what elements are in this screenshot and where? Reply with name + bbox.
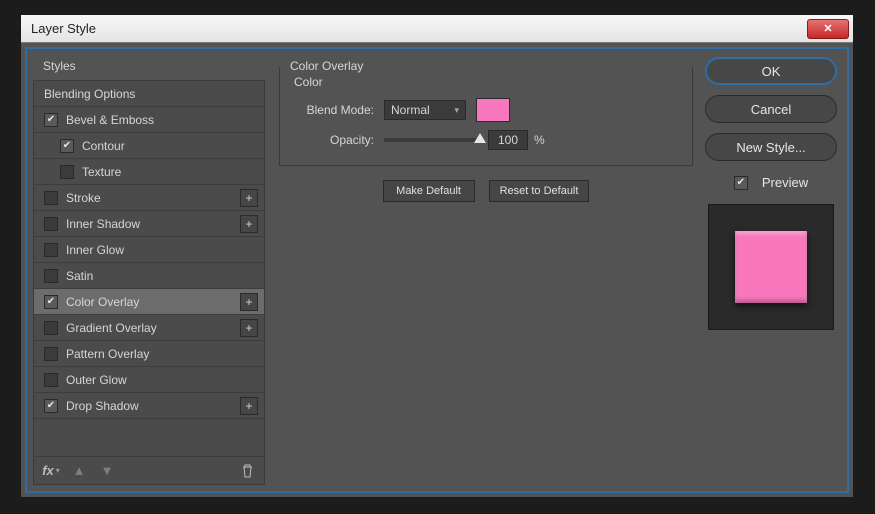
- effects-list: Blending Options Bevel & Emboss Contour Te…: [33, 81, 265, 485]
- dialog-body: Styles Blending Options Bevel & Emboss Co…: [25, 47, 849, 493]
- opacity-slider[interactable]: [384, 138, 480, 142]
- ok-button[interactable]: OK: [705, 57, 837, 85]
- fx-menu-button[interactable]: fx▾: [42, 463, 60, 478]
- effect-checkbox[interactable]: [44, 113, 58, 127]
- effect-row-drop-shadow[interactable]: Drop Shadow +: [34, 393, 264, 419]
- effect-checkbox[interactable]: [44, 295, 58, 309]
- add-effect-icon[interactable]: +: [240, 397, 258, 415]
- sidebar-blending-options[interactable]: Blending Options: [34, 81, 264, 107]
- effect-label: Pattern Overlay: [66, 347, 149, 361]
- effect-label: Drop Shadow: [66, 399, 139, 413]
- effect-label: Contour: [82, 139, 125, 153]
- opacity-unit: %: [534, 133, 545, 147]
- effect-checkbox[interactable]: [44, 321, 58, 335]
- effect-label: Stroke: [66, 191, 101, 205]
- make-default-button[interactable]: Make Default: [383, 180, 475, 202]
- effect-checkbox[interactable]: [44, 191, 58, 205]
- effect-checkbox[interactable]: [60, 165, 74, 179]
- chevron-down-icon: ▾: [454, 105, 459, 116]
- effect-label: Gradient Overlay: [66, 321, 157, 335]
- effect-row-gradient-overlay[interactable]: Gradient Overlay +: [34, 315, 264, 341]
- blend-mode-select[interactable]: Normal ▾: [384, 100, 466, 120]
- sidebar-spacer: [34, 419, 264, 456]
- preview-label: Preview: [762, 175, 808, 190]
- blend-mode-value: Normal: [391, 103, 430, 117]
- sidebar: Styles Blending Options Bevel & Emboss Co…: [33, 55, 265, 485]
- group-legend: Color Overlay: [286, 59, 367, 73]
- effect-checkbox[interactable]: [44, 269, 58, 283]
- effect-label: Satin: [66, 269, 93, 283]
- new-style-button[interactable]: New Style...: [705, 133, 837, 161]
- opacity-label: Opacity:: [292, 133, 384, 147]
- effect-row-pattern-overlay[interactable]: Pattern Overlay: [34, 341, 264, 367]
- effect-row-texture[interactable]: Texture: [34, 159, 264, 185]
- close-button[interactable]: ✕: [807, 19, 849, 39]
- effect-label: Color Overlay: [66, 295, 139, 309]
- preview-box: [708, 204, 834, 330]
- effect-label: Bevel & Emboss: [66, 113, 154, 127]
- blend-mode-label: Blend Mode:: [292, 103, 384, 117]
- effect-checkbox[interactable]: [44, 243, 58, 257]
- opacity-input[interactable]: 100: [488, 130, 528, 150]
- close-icon: ✕: [823, 22, 832, 35]
- slider-thumb-icon[interactable]: [474, 133, 486, 143]
- effect-checkbox[interactable]: [44, 217, 58, 231]
- effect-checkbox[interactable]: [60, 139, 74, 153]
- preview-checkbox[interactable]: [734, 176, 748, 190]
- layer-style-window: Layer Style ✕ Styles Blending Options Be…: [20, 14, 854, 498]
- cancel-button[interactable]: Cancel: [705, 95, 837, 123]
- sidebar-footer: fx▾ ▲ ▼: [34, 456, 264, 484]
- move-up-icon[interactable]: ▲: [70, 463, 88, 478]
- right-column: OK Cancel New Style... Preview: [701, 55, 841, 485]
- effect-row-inner-glow[interactable]: Inner Glow: [34, 237, 264, 263]
- effect-checkbox[interactable]: [44, 373, 58, 387]
- group-sublegend: Color: [294, 75, 323, 89]
- effect-row-bevel-emboss[interactable]: Bevel & Emboss: [34, 107, 264, 133]
- preview-swatch: [735, 231, 807, 303]
- default-buttons-row: Make Default Reset to Default: [279, 180, 693, 202]
- effect-checkbox[interactable]: [44, 399, 58, 413]
- effect-row-color-overlay[interactable]: Color Overlay +: [34, 289, 264, 315]
- preview-toggle-row: Preview: [705, 175, 837, 190]
- sidebar-header-styles[interactable]: Styles: [33, 55, 265, 81]
- settings-panel: Color Overlay Color Blend Mode: Normal ▾…: [265, 55, 701, 485]
- color-overlay-group: Color Overlay Color Blend Mode: Normal ▾…: [279, 67, 693, 166]
- effect-row-satin[interactable]: Satin: [34, 263, 264, 289]
- effect-label: Outer Glow: [66, 373, 127, 387]
- titlebar[interactable]: Layer Style ✕: [21, 15, 853, 43]
- effect-label: Texture: [82, 165, 121, 179]
- move-down-icon[interactable]: ▼: [98, 463, 116, 478]
- add-effect-icon[interactable]: +: [240, 293, 258, 311]
- effect-row-stroke[interactable]: Stroke +: [34, 185, 264, 211]
- add-effect-icon[interactable]: +: [240, 319, 258, 337]
- blend-mode-row: Blend Mode: Normal ▾: [292, 97, 680, 123]
- trash-icon[interactable]: [238, 464, 256, 478]
- add-effect-icon[interactable]: +: [240, 215, 258, 233]
- add-effect-icon[interactable]: +: [240, 189, 258, 207]
- effect-row-inner-shadow[interactable]: Inner Shadow +: [34, 211, 264, 237]
- window-title: Layer Style: [31, 21, 807, 36]
- effect-row-outer-glow[interactable]: Outer Glow: [34, 367, 264, 393]
- color-swatch[interactable]: [476, 98, 510, 122]
- effect-row-contour[interactable]: Contour: [34, 133, 264, 159]
- effect-checkbox[interactable]: [44, 347, 58, 361]
- effect-label: Inner Shadow: [66, 217, 140, 231]
- effect-label: Inner Glow: [66, 243, 124, 257]
- opacity-row: Opacity: 100 %: [292, 127, 680, 153]
- reset-default-button[interactable]: Reset to Default: [489, 180, 590, 202]
